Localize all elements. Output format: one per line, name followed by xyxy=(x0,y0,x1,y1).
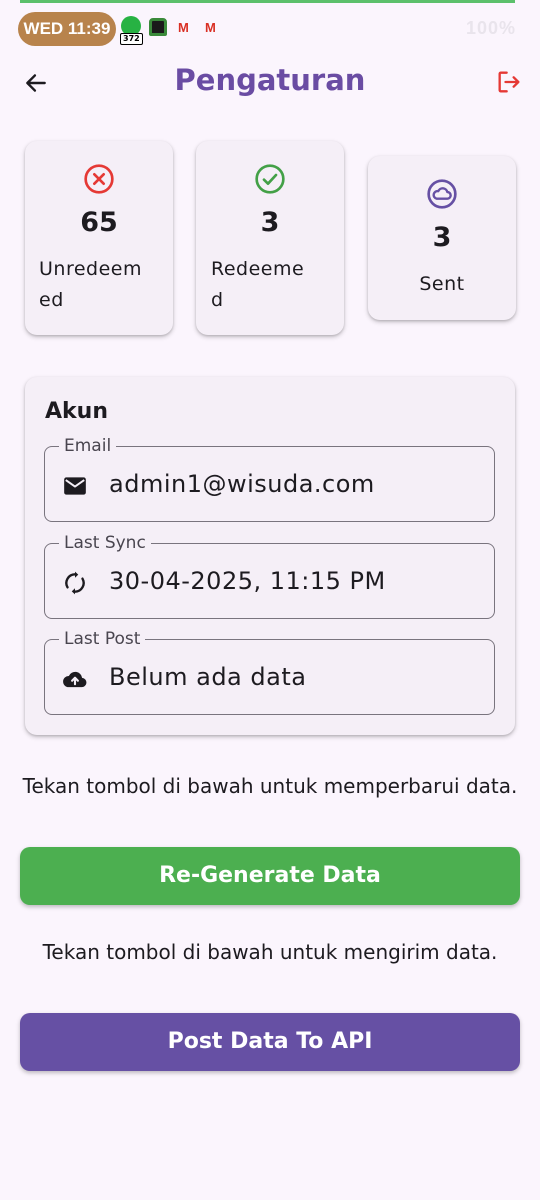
redeemed-count: 3 xyxy=(260,207,280,238)
last-sync-field-label: Last Sync xyxy=(59,532,151,554)
gmail-icon: M xyxy=(205,20,216,35)
last-post-value: Belum ada data xyxy=(109,663,307,691)
top-accent-line xyxy=(20,0,515,3)
email-field-label: Email xyxy=(59,435,117,457)
stat-card-unredeemed: 65 Unredeem ed xyxy=(25,141,173,335)
last-sync-field[interactable]: Last Sync 30-04-2025, 11:15 PM xyxy=(44,532,495,619)
logout-button[interactable] xyxy=(492,65,526,99)
redeemed-label-line2: d xyxy=(211,289,224,311)
regenerate-hint: Tekan tombol di bawah untuk memperbarui … xyxy=(22,774,518,798)
x-circle-icon xyxy=(25,163,173,195)
sync-icon xyxy=(61,569,89,597)
page-title: Pengaturan xyxy=(174,63,366,97)
mail-icon xyxy=(61,472,89,500)
gmail-icon: M xyxy=(178,20,189,35)
post-data-button[interactable]: Post Data To API xyxy=(20,1013,520,1071)
battery-status: 100% xyxy=(465,18,516,38)
unredeemed-label-line1: Unredeem xyxy=(39,258,142,280)
last-sync-value: 30-04-2025, 11:15 PM xyxy=(109,567,386,595)
account-card: Akun Email admin1@wisuda.com Last Sync 3… xyxy=(25,377,515,735)
logout-icon xyxy=(498,71,520,93)
whatsapp-badge: 372 xyxy=(120,33,143,45)
check-circle-icon xyxy=(196,163,344,195)
stat-card-redeemed: 3 Redeeme d xyxy=(196,141,344,335)
last-post-field[interactable]: Last Post Belum ada data xyxy=(44,628,495,715)
last-post-field-label: Last Post xyxy=(59,628,146,650)
account-title: Akun xyxy=(45,399,108,424)
redeemed-label-line1: Redeeme xyxy=(211,258,305,280)
bot-icon xyxy=(149,16,169,40)
sent-label: Sent xyxy=(419,273,465,295)
cloud-upload-icon xyxy=(61,665,89,693)
email-value: admin1@wisuda.com xyxy=(109,470,375,498)
stat-card-sent: 3 Sent xyxy=(368,156,516,320)
unredeemed-count: 65 xyxy=(80,207,118,238)
regenerate-data-button[interactable]: Re-Generate Data xyxy=(20,847,520,905)
sent-count: 3 xyxy=(432,222,452,253)
email-field[interactable]: Email admin1@wisuda.com xyxy=(44,435,495,522)
status-bar: WED 11:39 372 M M 100% xyxy=(0,10,540,46)
post-hint: Tekan tombol di bawah untuk mengirim dat… xyxy=(42,940,498,964)
unredeemed-label-line2: ed xyxy=(39,289,64,311)
cloud-circle-icon xyxy=(368,178,516,210)
app-bar: Pengaturan xyxy=(0,55,540,111)
whatsapp-icon: 372 xyxy=(120,16,143,45)
status-time: WED 11:39 xyxy=(18,12,116,46)
